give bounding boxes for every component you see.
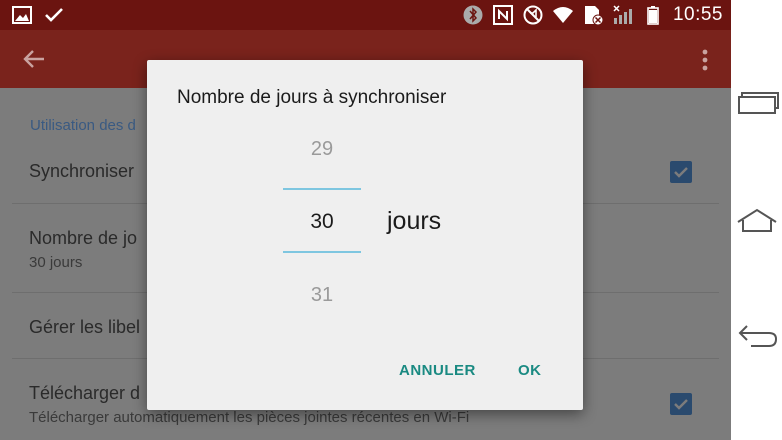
image-icon [12, 5, 32, 25]
navigation-bar [731, 0, 782, 440]
wifi-icon [552, 5, 573, 25]
setting-subtitle: Télécharger automatiquement les pièces j… [29, 409, 470, 426]
nfc-icon [492, 5, 513, 25]
number-picker[interactable]: 29 30 31 [283, 122, 361, 340]
clock: 10:55 [672, 4, 723, 25]
picker-next-value[interactable]: 31 [283, 284, 361, 307]
cancel-button[interactable]: ANNULER [399, 362, 476, 379]
checkbox-checked-icon[interactable] [670, 161, 692, 183]
battery-icon [643, 5, 663, 25]
picker-divider-bottom [283, 251, 361, 253]
section-header: Utilisation des d [30, 117, 136, 134]
status-bar: 10:55 [0, 0, 731, 30]
home-icon[interactable] [735, 206, 779, 236]
ok-button[interactable]: OK [518, 362, 542, 379]
bluetooth-icon [463, 5, 483, 25]
setting-subtitle: 30 jours [29, 254, 83, 271]
back-icon[interactable] [735, 320, 779, 350]
picker-divider-top [283, 188, 361, 190]
dialog-title: Nombre de jours à synchroniser [177, 87, 447, 108]
back-arrow-icon[interactable] [22, 48, 46, 70]
picker-unit-label: jours [387, 207, 442, 235]
overflow-menu-icon[interactable] [701, 48, 709, 72]
checkbox-checked-icon[interactable] [670, 393, 692, 415]
setting-title: Nombre de jo [29, 228, 138, 248]
setting-title: Télécharger d [29, 383, 141, 403]
picker-previous-value[interactable]: 29 [283, 138, 361, 161]
signal-icon [613, 5, 633, 25]
recent-apps-icon[interactable] [735, 88, 779, 118]
setting-title: Gérer les libel [29, 317, 141, 337]
number-picker-dialog: Nombre de jours à synchroniser 29 30 31 … [147, 60, 583, 410]
picker-current-value[interactable]: 30 [283, 210, 361, 234]
check-icon [44, 5, 64, 25]
setting-title: Synchroniser [29, 161, 135, 181]
mute-icon [523, 5, 543, 25]
sim-icon [583, 5, 603, 25]
